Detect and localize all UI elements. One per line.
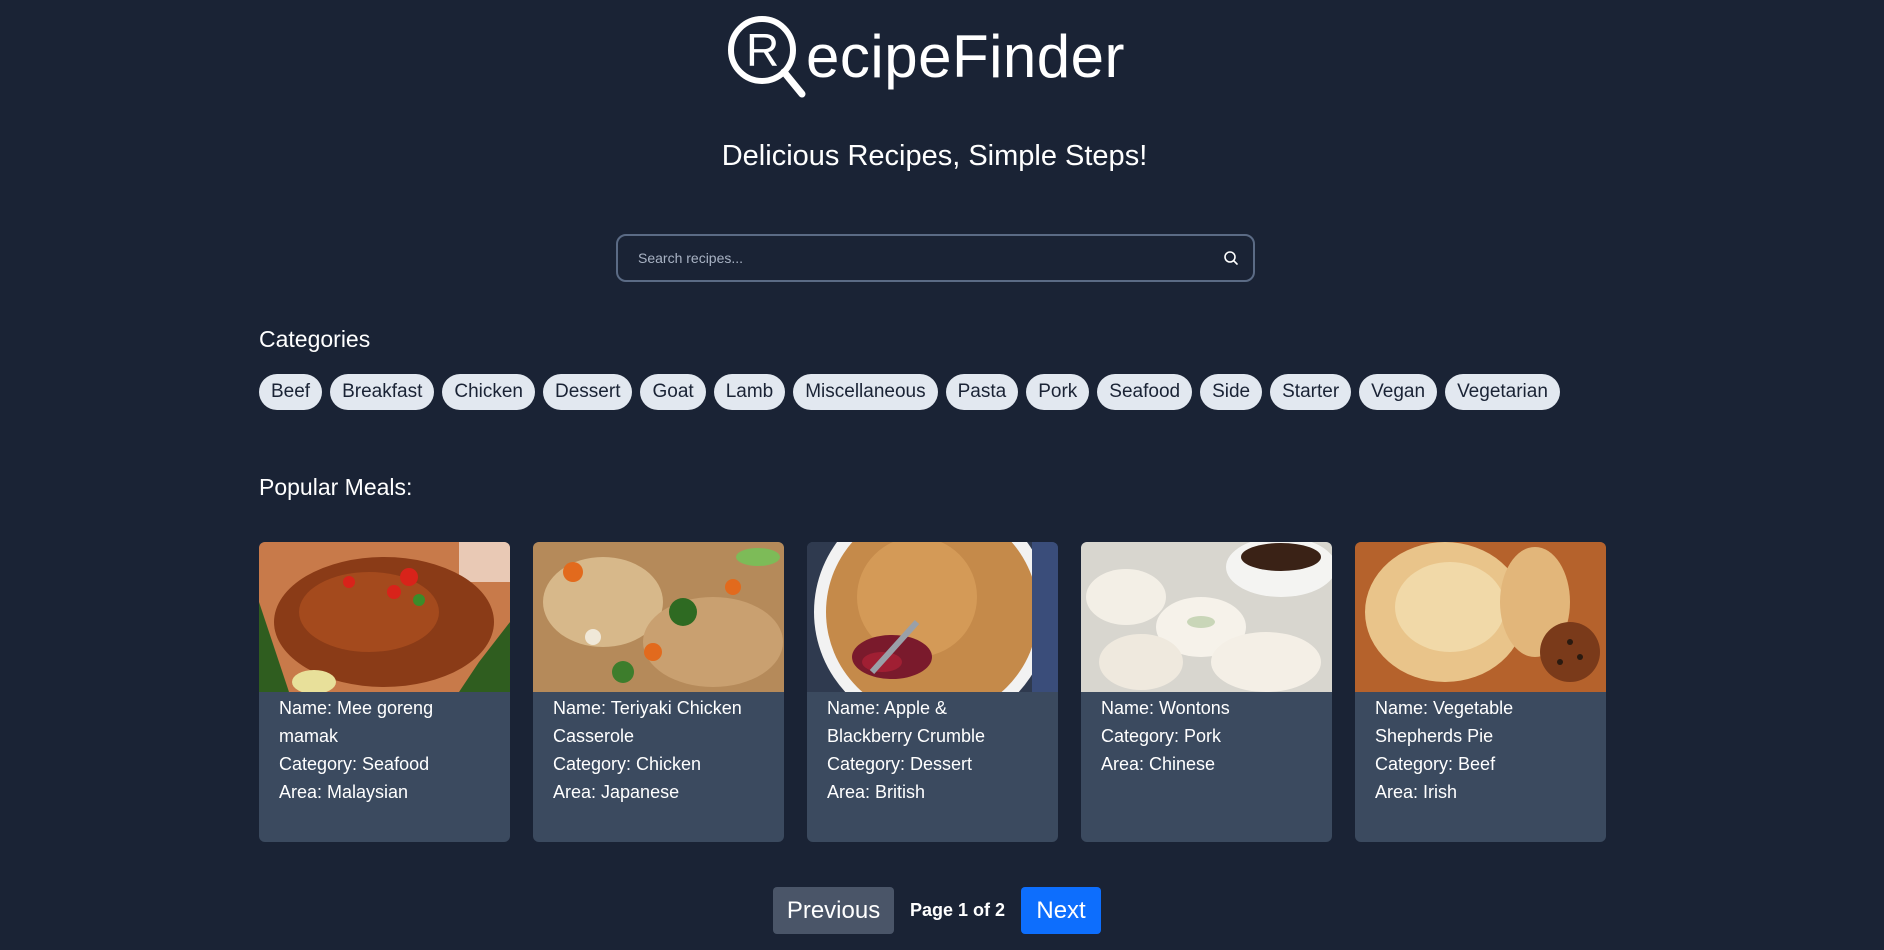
next-button[interactable]: Next (1021, 887, 1102, 934)
meal-card-list: Name: Mee goreng mamak Category: Seafood… (259, 542, 1606, 842)
search-input[interactable] (618, 236, 1209, 280)
logo[interactable]: R ecipeFinder (726, 14, 1125, 100)
dumplings-image (1081, 542, 1332, 692)
popular-meals-heading: Popular Meals: (259, 474, 413, 500)
meal-category: Category: Dessert (827, 754, 973, 774)
meal-name-cont: Casserole (553, 726, 635, 746)
meal-name: Name: Mee goreng (279, 698, 434, 718)
meal-category: Category: Pork (1101, 726, 1222, 746)
noodle-dish-image (259, 542, 510, 692)
meal-area: Area: Malaysian (279, 782, 409, 802)
meal-area: Area: Irish (1375, 782, 1458, 802)
meal-area: Area: Japanese (553, 782, 680, 802)
meal-area: Area: Chinese (1101, 754, 1216, 774)
pie-image (1355, 542, 1606, 692)
category-pill-vegetarian[interactable]: Vegetarian (1445, 374, 1560, 410)
page: R ecipeFinder Delicious Recipes, Simple … (0, 0, 1884, 950)
tagline: Delicious Recipes, Simple Steps! (721, 140, 1148, 172)
meal-name-cont: Blackberry Crumble (827, 726, 986, 746)
meal-name-cont: Shepherds Pie (1375, 726, 1494, 746)
meal-category: Category: Chicken (553, 754, 702, 774)
pagination: Previous Page 1 of 2 Next (773, 887, 1102, 934)
meal-card[interactable]: Name: Mee goreng mamak Category: Seafood… (259, 542, 510, 842)
meal-category: Category: Beef (1375, 754, 1496, 774)
rice-casserole-image (533, 542, 784, 692)
meal-card[interactable]: Name: Vegetable Shepherds Pie Category: … (1355, 542, 1606, 842)
category-pill-pasta[interactable]: Pasta (945, 374, 1019, 410)
category-pill-breakfast[interactable]: Breakfast (330, 374, 435, 410)
meal-name: Name: Vegetable (1375, 698, 1514, 718)
meal-card[interactable]: Name: Apple & Blackberry Crumble Categor… (807, 542, 1058, 842)
magnifier-logo-icon: R (728, 16, 806, 98)
category-pill-goat[interactable]: Goat (640, 374, 706, 410)
logo-letter: R (746, 24, 779, 76)
crumble-image (807, 542, 1058, 692)
category-pill-beef[interactable]: Beef (259, 374, 323, 410)
logo-text: ecipeFinder (806, 23, 1126, 90)
category-pill-side[interactable]: Side (1200, 374, 1263, 410)
category-pill-starter[interactable]: Starter (1270, 374, 1352, 410)
category-pill-chicken[interactable]: Chicken (442, 374, 536, 410)
category-pill-pork[interactable]: Pork (1026, 374, 1090, 410)
previous-button[interactable]: Previous (773, 887, 894, 934)
meal-card[interactable]: Name: Teriyaki Chicken Casserole Categor… (533, 542, 784, 842)
meal-category: Category: Seafood (279, 754, 430, 774)
page-indicator: Page 1 of 2 (910, 900, 1006, 920)
category-pill-miscellaneous[interactable]: Miscellaneous (793, 374, 938, 410)
category-pill-seafood[interactable]: Seafood (1097, 374, 1193, 410)
search-icon (1224, 251, 1238, 265)
meal-name-cont: mamak (279, 726, 339, 746)
category-pill-lamb[interactable]: Lamb (713, 374, 786, 410)
category-list: Beef Breakfast Chicken Dessert Goat Lamb… (259, 374, 1560, 410)
meal-name: Name: Apple & (827, 698, 948, 718)
meal-card[interactable]: Name: Wontons Category: Pork Area: Chine… (1081, 542, 1332, 842)
search-bar (616, 234, 1255, 282)
category-pill-vegan[interactable]: Vegan (1359, 374, 1438, 410)
meal-area: Area: British (827, 782, 926, 802)
meal-name: Name: Wontons (1101, 698, 1230, 718)
meal-name: Name: Teriyaki Chicken (553, 698, 742, 718)
category-pill-dessert[interactable]: Dessert (543, 374, 633, 410)
categories-heading: Categories (259, 326, 371, 352)
search-button[interactable] (1209, 236, 1253, 280)
